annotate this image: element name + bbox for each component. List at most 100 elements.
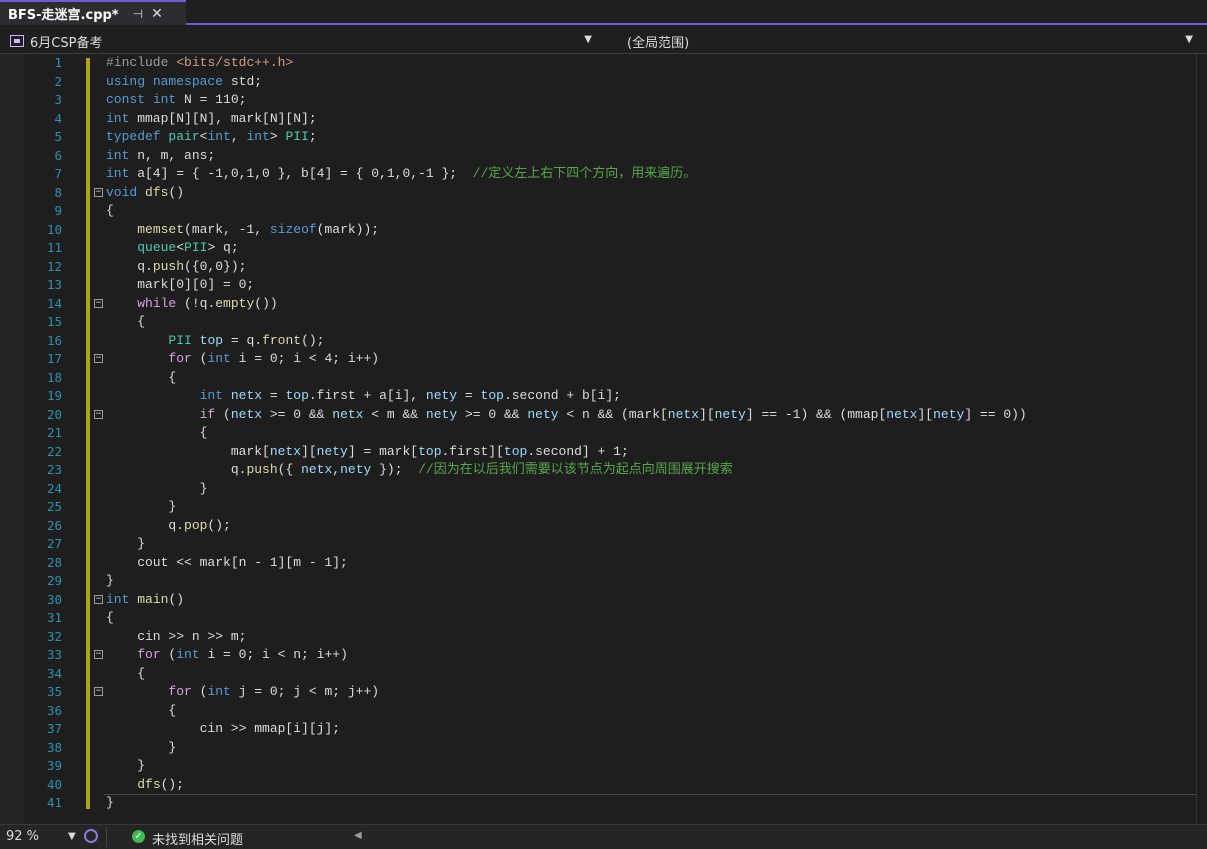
line-number: 21	[46, 425, 62, 440]
code-line: 40 dfs();	[0, 776, 1207, 795]
code-editor[interactable]: 1 #include <bits/stdc++.h> 2 using namespa…	[0, 54, 1207, 824]
divider	[106, 827, 107, 847]
close-icon[interactable]: ✕	[151, 6, 163, 22]
code-line: 24 }	[0, 480, 1207, 499]
line-number: 16	[46, 332, 62, 348]
code-line: 8− void dfs()	[0, 184, 1207, 203]
code-line: 5 typedef pair<int, int> PII;	[0, 128, 1207, 147]
line-number: 3	[54, 92, 62, 107]
scroll-left-icon[interactable]: ◀	[354, 830, 362, 841]
collapse-icon[interactable]: −	[94, 354, 103, 363]
code-line: 39 }	[0, 757, 1207, 776]
line-number: 10	[46, 221, 62, 237]
line-number: 41	[46, 795, 62, 810]
code-line: 20− if (netx >= 0 && netx < m && nety >=…	[0, 406, 1207, 425]
code-line: 18 {	[0, 369, 1207, 388]
code-line: 13 mark[0][0] = 0;	[0, 276, 1207, 295]
code-line: 1 #include <bits/stdc++.h>	[0, 54, 1207, 73]
code-line: 34 {	[0, 665, 1207, 684]
project-name: 6月CSP备考	[30, 35, 103, 51]
line-number: 4	[54, 110, 62, 126]
status-bar: 92 % ▼ ✓ 未找到相关问题 ◀	[0, 824, 1207, 849]
tab-bar: BFS-走迷宫.cpp* ⊣ ✕	[0, 0, 1207, 25]
line-number: 40	[46, 776, 62, 792]
tab-title: BFS-走迷宫.cpp*	[8, 8, 119, 23]
line-number: 15	[46, 314, 62, 329]
code-line: 27 }	[0, 535, 1207, 554]
collapse-icon[interactable]: −	[94, 687, 103, 696]
line-number: 31	[46, 610, 62, 625]
tab-bfs-maze[interactable]: BFS-走迷宫.cpp* ⊣ ✕	[0, 0, 186, 25]
code-line: 30− int main()	[0, 591, 1207, 610]
line-number: 14	[46, 295, 62, 311]
code-line: 3 const int N = 110;	[0, 91, 1207, 110]
code-comment: //定义左上右下四个方向，用来遍历。	[472, 166, 697, 181]
line-number: 29	[46, 573, 62, 588]
line-number: 7	[54, 166, 62, 181]
line-number: 23	[46, 462, 62, 477]
code-line: 28 cout << mark[n - 1][m - 1];	[0, 554, 1207, 573]
collapse-icon[interactable]: −	[94, 187, 103, 197]
chevron-down-icon: ▼	[584, 34, 592, 45]
navigation-bar: 6月CSP备考 ▼ (全局范围) ▼	[0, 29, 1207, 54]
line-number: 34	[46, 665, 62, 681]
chevron-down-icon: ▼	[1185, 34, 1193, 45]
code-line: 2 using namespace std;	[0, 73, 1207, 92]
code-line: 32 cin >> n >> m;	[0, 628, 1207, 647]
code-line: 15 {	[0, 313, 1207, 332]
code-comment: //因为在以后我们需要以该节点为起点向周围展开搜索	[418, 462, 733, 477]
copilot-icon[interactable]	[84, 829, 98, 843]
code-line: 10 memset(mark, -1, sizeof(mark));	[0, 221, 1207, 240]
line-number: 25	[46, 499, 62, 514]
code-line: 31{	[0, 609, 1207, 628]
code-line: 33− for (int i = 0; i < n; i++)	[0, 646, 1207, 665]
issues-status[interactable]: 未找到相关问题	[152, 829, 243, 848]
line-number: 2	[54, 73, 62, 89]
line-number: 38	[46, 739, 62, 755]
code-line: 21 {	[0, 424, 1207, 443]
project-dropdown[interactable]: 6月CSP备考 ▼	[4, 31, 596, 51]
code-line: 16 PII top = q.front();	[0, 332, 1207, 351]
collapse-icon[interactable]: −	[94, 298, 103, 308]
code-line: 19 int netx = top.first + a[i], nety = t…	[0, 387, 1207, 406]
line-number: 22	[46, 443, 62, 459]
code-line: 36 {	[0, 702, 1207, 721]
line-number: 19	[46, 388, 62, 403]
zoom-level[interactable]: 92 %	[6, 829, 39, 844]
code-line: 17− for (int i = 0; i < 4; i++)	[0, 350, 1207, 369]
code-line: 26 q.pop();	[0, 517, 1207, 536]
code-line: 6 int n, m, ans;	[0, 147, 1207, 166]
code-line: 41}	[0, 794, 1207, 813]
code-line: 11 queue<PII> q;	[0, 239, 1207, 258]
line-number: 37	[46, 721, 62, 736]
line-number: 33	[46, 647, 62, 662]
line-number: 12	[46, 258, 62, 274]
scope-dropdown[interactable]: (全局范围) ▼	[603, 31, 1197, 51]
line-number: 26	[46, 517, 62, 533]
line-number: 8	[54, 184, 62, 200]
line-number: 24	[46, 480, 62, 496]
collapse-icon[interactable]: −	[94, 650, 103, 659]
check-icon: ✓	[132, 830, 145, 843]
chevron-down-icon[interactable]: ▼	[68, 831, 76, 842]
project-icon	[10, 35, 24, 47]
pin-icon[interactable]: ⊣	[133, 7, 143, 21]
line-number: 18	[46, 369, 62, 385]
scope-name: (全局范围)	[627, 35, 690, 51]
line-number: 27	[46, 536, 62, 551]
line-number: 13	[46, 277, 62, 292]
code-line: 12 q.push({0,0});	[0, 258, 1207, 277]
collapse-icon[interactable]: −	[94, 594, 103, 604]
line-number: 5	[54, 129, 62, 144]
line-number: 36	[46, 702, 62, 718]
code-line: 37 cin >> mmap[i][j];	[0, 720, 1207, 739]
code-line: 4 int mmap[N][N], mark[N][N];	[0, 110, 1207, 129]
collapse-icon[interactable]: −	[94, 409, 103, 419]
line-number: 39	[46, 758, 62, 773]
line-number: 11	[46, 240, 62, 255]
code-line: 22 mark[netx][nety] = mark[top.first][to…	[0, 443, 1207, 462]
line-number: 30	[46, 591, 62, 607]
code-line: 14− while (!q.empty())	[0, 295, 1207, 314]
line-number: 17	[46, 351, 62, 366]
code-line: 23 q.push({ netx,nety }); //因为在以后我们需要以该节…	[0, 461, 1207, 480]
